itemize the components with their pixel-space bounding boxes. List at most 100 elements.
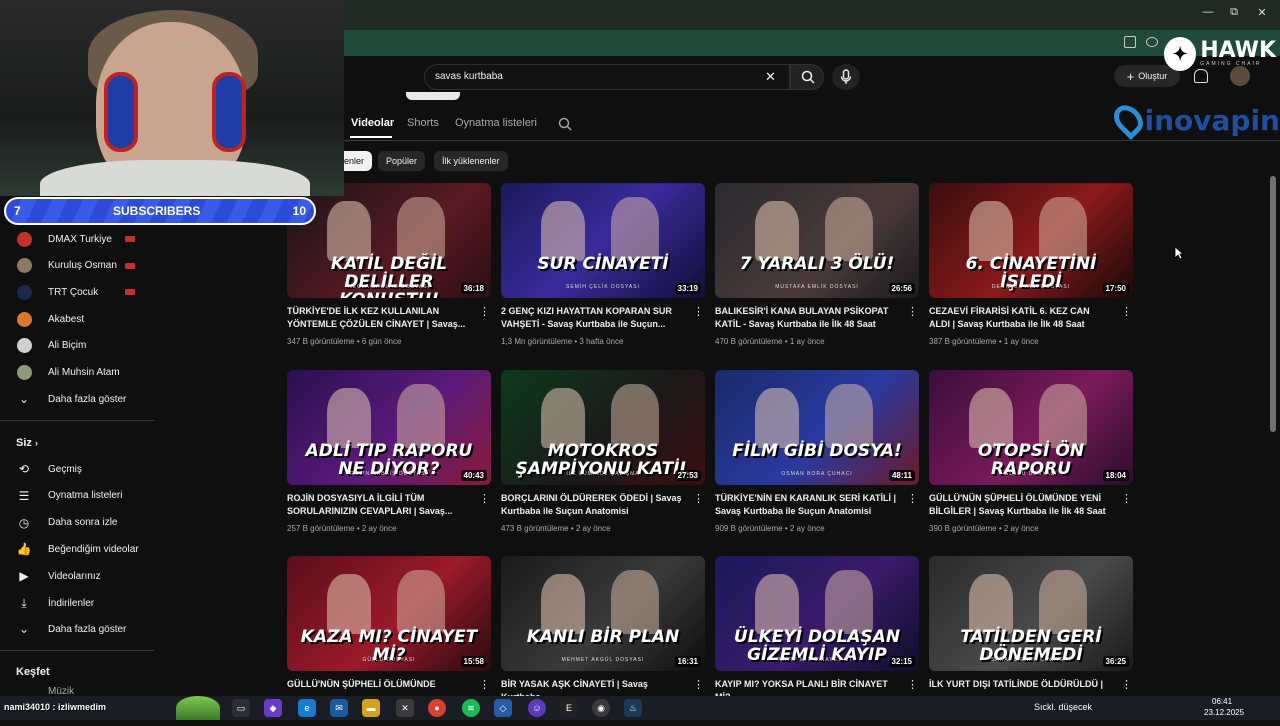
- video-thumbnail[interactable]: SUR CİNAYETİSEMİH ÇELİK DOSYASI33:19: [501, 183, 705, 298]
- video-thumbnail[interactable]: MOTOKROS ŞAMPİYONU KATİLİLK LÜMİNOL ÇALI…: [501, 370, 705, 485]
- video-title[interactable]: BORÇLARINI ÖLDÜREREK ÖDEDİ | Savaş Kurtb…: [501, 492, 683, 518]
- cast-icon[interactable]: [1124, 36, 1136, 48]
- video-thumbnail[interactable]: FİLM GİBİ DOSYA!OSMAN BORA ÇUHACI48:11: [715, 370, 919, 485]
- headphone-right: [212, 72, 246, 152]
- video-thumbnail[interactable]: ADLİ TIP RAPORU NE DİYOR?ROJİN KABAİŞ DO…: [287, 370, 491, 485]
- video-title[interactable]: TÜRKİYE'DE İLK KEZ KULLANILAN YÖNTEMLE Ç…: [287, 305, 469, 331]
- video-thumbnail[interactable]: KATİL DEĞİL DELİLLER KONUŞTU!NECLA SAĞLA…: [287, 183, 491, 298]
- scrollbar[interactable]: [1270, 176, 1276, 432]
- task-view-icon[interactable]: ▭: [232, 699, 250, 717]
- more-options-icon[interactable]: ⋮: [479, 678, 489, 691]
- app-icon[interactable]: ◇: [494, 699, 512, 717]
- tab-videos[interactable]: Videolar: [351, 117, 394, 129]
- video-title[interactable]: GÜLLÜ'NÜN ŞÜPHELİ ÖLÜMÜNDE: [287, 678, 469, 691]
- sidebar-item-watch-later[interactable]: ◷Daha sonra izle: [0, 510, 154, 536]
- video-card[interactable]: MOTOKROS ŞAMPİYONU KATİLİLK LÜMİNOL ÇALI…: [501, 370, 705, 540]
- your-videos-icon: ▶: [16, 568, 32, 584]
- sidebar-item-music[interactable]: Müzik: [0, 682, 154, 696]
- search-input[interactable]: savas kurtbaba: [435, 71, 503, 82]
- chrome-icon[interactable]: ●: [428, 699, 446, 717]
- sidebar-item-your-videos[interactable]: ▶Videolarınız: [0, 563, 154, 589]
- more-options-icon[interactable]: ⋮: [1121, 678, 1131, 691]
- channel-search-icon[interactable]: [558, 117, 572, 131]
- sidebar-channel[interactable]: TRT Çocuk: [0, 279, 154, 305]
- video-thumbnail[interactable]: KAZA MI? CİNAYET Mİ?GÜLLÜ DOSYASI15:58: [287, 556, 491, 671]
- spotify-icon[interactable]: ≋: [462, 699, 480, 717]
- sidebar-item-playlists[interactable]: ☰Oynatma listeleri: [0, 483, 154, 509]
- video-title[interactable]: BALIKESİR'İ KANA BULAYAN PSİKOPAT KATİL …: [715, 305, 897, 331]
- you-heading-label: Siz: [16, 437, 32, 449]
- minimize-button[interactable]: —: [1196, 6, 1220, 22]
- more-options-icon[interactable]: ⋮: [1121, 492, 1131, 505]
- video-card[interactable]: 7 YARALI 3 ÖLÜ!MUSTAFA EMLİK DOSYASI26:5…: [715, 183, 919, 353]
- chip-popular[interactable]: Popüler: [378, 151, 425, 171]
- more-options-icon[interactable]: ⋮: [479, 305, 489, 318]
- show-more-subscriptions[interactable]: ⌄ Daha fazla göster: [0, 386, 154, 412]
- video-thumbnail[interactable]: 6. CİNAYETİNİ İŞLEDİDENİZ BOYACI DOSYASI…: [929, 183, 1133, 298]
- video-card[interactable]: ADLİ TIP RAPORU NE DİYOR?ROJİN KABAİŞ DO…: [287, 370, 491, 540]
- file-explorer-icon[interactable]: ▬: [362, 699, 380, 717]
- tab-shorts[interactable]: Shorts: [407, 117, 439, 129]
- voice-search-button[interactable]: [832, 64, 860, 90]
- clock-time: 06:41: [1212, 697, 1232, 706]
- video-thumbnail[interactable]: KANLI BİR PLANMEHMET AKGÜL DOSYASI16:31: [501, 556, 705, 671]
- tab-playlists[interactable]: Oynatma listeleri: [455, 117, 537, 129]
- maximize-button[interactable]: ⧉: [1222, 6, 1246, 22]
- chip-oldest[interactable]: İlk yüklenenler: [434, 151, 508, 171]
- edge-icon[interactable]: e: [298, 699, 316, 717]
- obs-icon[interactable]: ◉: [592, 699, 610, 717]
- close-button[interactable]: ✕: [1250, 6, 1274, 22]
- sidebar-channel[interactable]: DMAX Turkiye: [0, 226, 154, 252]
- thumbnail-figure: [755, 201, 799, 261]
- steam-icon[interactable]: ♨: [624, 699, 642, 717]
- more-options-icon[interactable]: ⋮: [693, 305, 703, 318]
- video-card[interactable]: OTOPSİ ÖN RAPORUGÜLLÜ DOSYASI18:04 GÜLLÜ'…: [929, 370, 1133, 540]
- more-options-icon[interactable]: ⋮: [907, 492, 917, 505]
- sidebar-channel[interactable]: Ali Biçim: [0, 333, 154, 359]
- search-button[interactable]: [790, 64, 824, 90]
- video-title[interactable]: 2 GENÇ KIZI HAYATTAN KOPARAN SUR VAHŞETİ…: [501, 305, 683, 331]
- show-more-you[interactable]: ⌄ Daha fazla göster: [0, 616, 154, 642]
- copilot-icon[interactable]: ◆: [264, 699, 282, 717]
- chat-overlay-text: nami34010 : izliwmedim: [4, 702, 106, 712]
- more-options-icon[interactable]: ⋮: [907, 678, 917, 691]
- more-options-icon[interactable]: ⋮: [693, 678, 703, 691]
- subscribe-button-edge[interactable]: [406, 92, 460, 100]
- video-title[interactable]: TÜRKİYE'NİN EN KARANLIK SERİ KATİLİ | Sa…: [715, 492, 897, 518]
- more-options-icon[interactable]: ⋮: [479, 492, 489, 505]
- video-thumbnail[interactable]: 7 YARALI 3 ÖLÜ!MUSTAFA EMLİK DOSYASI26:5…: [715, 183, 919, 298]
- video-title[interactable]: İLK YURT DIŞI TATİLİNDE ÖLDÜRÜLDÜ |: [929, 678, 1111, 691]
- you-heading[interactable]: Siz ›: [16, 437, 38, 449]
- sidebar-channel[interactable]: Ali Muhsin Atam: [0, 360, 154, 386]
- watch-later-icon: ◷: [16, 515, 32, 531]
- sidebar-item-like[interactable]: 👍Beğendiğim videolar: [0, 536, 154, 562]
- more-options-icon[interactable]: ⋮: [693, 492, 703, 505]
- video-card[interactable]: FİLM GİBİ DOSYA!OSMAN BORA ÇUHACI48:11 TÜ…: [715, 370, 919, 540]
- outlook-icon[interactable]: ✉: [330, 699, 348, 717]
- clear-search-icon[interactable]: ✕: [765, 69, 776, 85]
- sidebar-item-label: Ali Biçim: [48, 340, 86, 351]
- video-card[interactable]: KATİL DEĞİL DELİLLER KONUŞTU!NECLA SAĞLA…: [287, 183, 491, 353]
- more-options-icon[interactable]: ⋮: [907, 305, 917, 318]
- epic-games-icon[interactable]: E: [560, 699, 578, 717]
- video-duration: 32:15: [889, 656, 915, 667]
- eye-off-icon[interactable]: [1146, 37, 1158, 47]
- sidebar-item-history[interactable]: ⟲Geçmiş: [0, 456, 154, 482]
- discord-icon[interactable]: ☺: [528, 699, 546, 717]
- more-options-icon[interactable]: ⋮: [1121, 305, 1131, 318]
- video-thumbnail[interactable]: OTOPSİ ÖN RAPORUGÜLLÜ DOSYASI18:04: [929, 370, 1133, 485]
- video-card[interactable]: 6. CİNAYETİNİ İŞLEDİDENİZ BOYACI DOSYASI…: [929, 183, 1133, 353]
- sidebar-item-label: Beğendiğim videolar: [48, 544, 139, 555]
- sidebar-item-download[interactable]: ⤓İndirilenler: [0, 590, 154, 616]
- video-thumbnail[interactable]: ÜLKEYİ DOLAŞAN GİZEMLİ KAYIPKAYIP MI? Cİ…: [715, 556, 919, 671]
- video-title[interactable]: CEZAEVİ FİRARİSİ KATİL 6. KEZ CAN ALDI |…: [929, 305, 1111, 331]
- xbox-icon[interactable]: ✕: [396, 699, 414, 717]
- chip-latest-label: enler: [344, 156, 364, 166]
- video-title[interactable]: GÜLLÜ'NÜN ŞÜPHELİ ÖLÜMÜNDE YENİ BİLGİLER…: [929, 492, 1111, 518]
- video-thumbnail[interactable]: TATİLDEN GERİ DÖNEMEDİSARAİ SİERRA CİNAY…: [929, 556, 1133, 671]
- search-box[interactable]: savas kurtbaba ✕: [424, 64, 790, 90]
- video-card[interactable]: SUR CİNAYETİSEMİH ÇELİK DOSYASI33:19 2 GE…: [501, 183, 705, 353]
- sidebar-channel[interactable]: Kuruluş Osman: [0, 253, 154, 279]
- video-title[interactable]: ROJİN DOSYASIYLA İLGİLİ TÜM SORULARINIZI…: [287, 492, 469, 518]
- sidebar-channel[interactable]: Akabest: [0, 306, 154, 332]
